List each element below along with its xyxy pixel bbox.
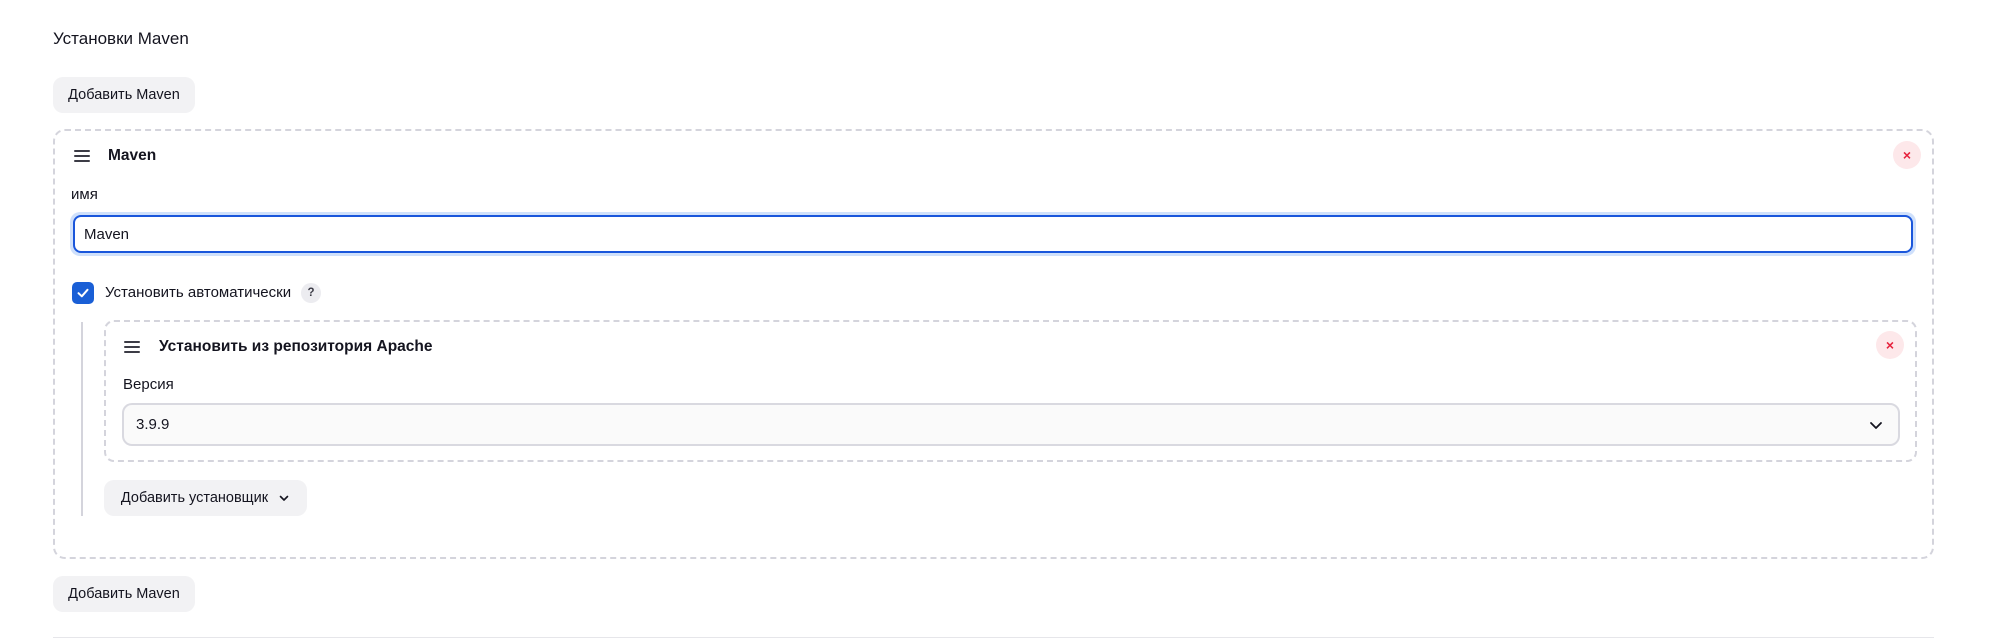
chevron-down-icon (1870, 422, 1882, 429)
chevron-down-icon (279, 495, 289, 501)
nested-section-rule (81, 322, 83, 516)
installer-close-icon[interactable]: × (1876, 331, 1904, 359)
help-icon[interactable]: ? (301, 283, 321, 303)
installer-drag-handle-icon[interactable] (124, 341, 140, 353)
version-select[interactable]: 3.9.9 (122, 403, 1900, 446)
version-label: Версия (123, 376, 174, 393)
name-field-focus-ring (70, 212, 1916, 256)
maven-entry-title: Maven (108, 147, 157, 164)
drag-handle-icon[interactable] (74, 150, 90, 162)
close-icon[interactable]: × (1893, 141, 1921, 169)
name-field[interactable] (73, 215, 1913, 253)
checkmark-icon (77, 288, 89, 298)
auto-install-checkbox[interactable] (72, 282, 94, 304)
maven-installations-page: Установки Maven Добавить Maven Maven × и… (0, 0, 1994, 639)
section-title: Установки Maven (53, 29, 189, 48)
add-installer-button[interactable]: Добавить установщик (104, 480, 307, 516)
add-maven-button-top[interactable]: Добавить Maven (53, 77, 195, 113)
add-installer-label: Добавить установщик (120, 490, 269, 506)
version-select-value: 3.9.9 (136, 416, 170, 433)
auto-install-label[interactable]: Установить автоматически (105, 283, 291, 303)
add-maven-button-bottom[interactable]: Добавить Maven (53, 576, 195, 612)
installer-title: Установить из репозитория Apache (159, 338, 433, 355)
name-label: имя (71, 186, 98, 203)
section-divider (53, 637, 1934, 638)
